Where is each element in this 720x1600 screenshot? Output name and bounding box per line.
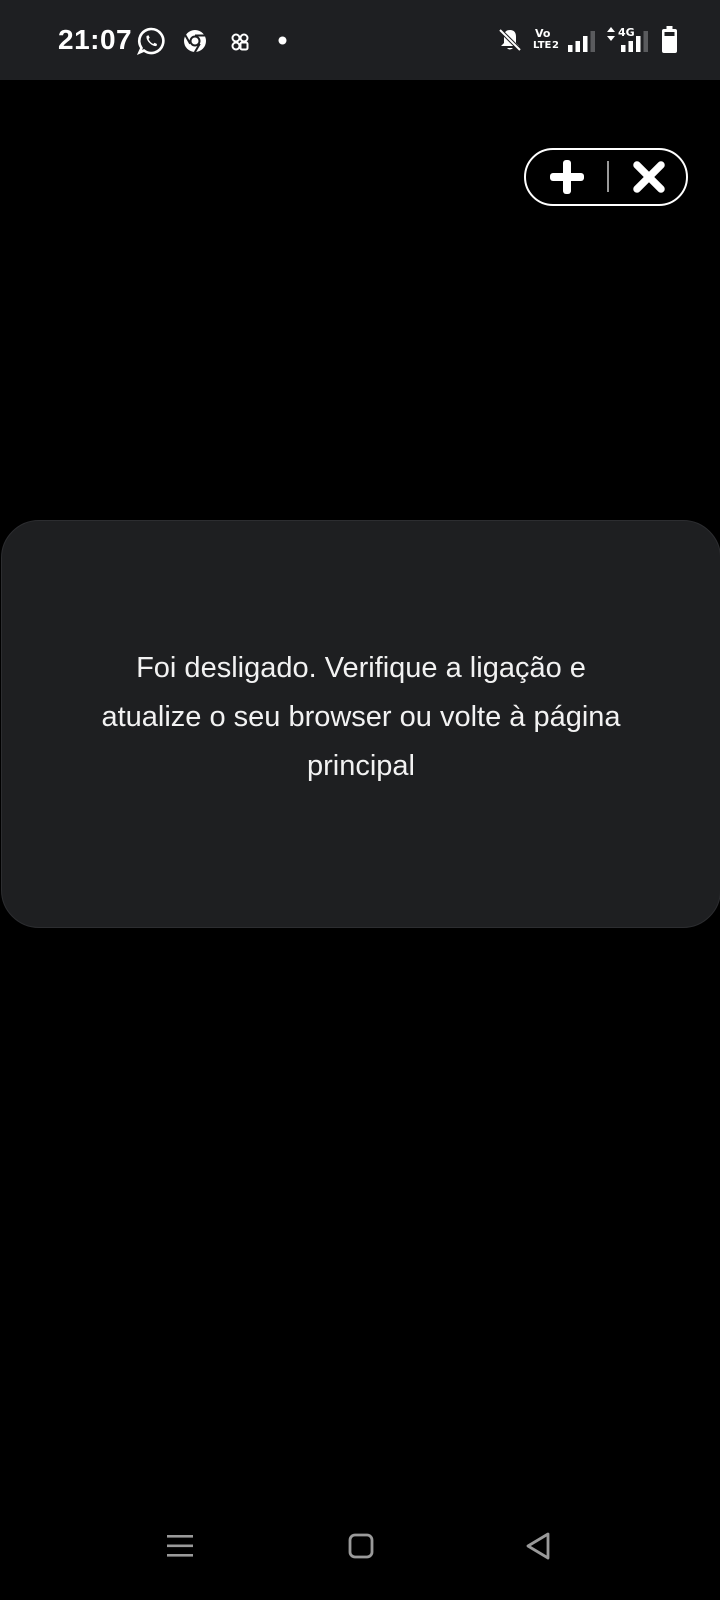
volte-label-top: Vo bbox=[535, 27, 551, 40]
control-divider bbox=[607, 161, 609, 192]
signal-icon bbox=[568, 31, 595, 52]
chrome-icon bbox=[184, 30, 206, 53]
bell-off-icon bbox=[498, 28, 522, 52]
close-button[interactable] bbox=[614, 150, 684, 203]
battery-icon bbox=[662, 26, 677, 53]
status-bar: 21:07 Vo LTE 2 4G bbox=[0, 0, 720, 80]
notification-dot-icon bbox=[278, 36, 287, 45]
data-signal-bars-icon bbox=[621, 31, 648, 52]
data-arrows-icon bbox=[607, 27, 615, 41]
multi-app-icon bbox=[231, 33, 249, 51]
control-pill bbox=[524, 148, 688, 206]
navigation-bar bbox=[0, 1500, 720, 1600]
home-icon[interactable] bbox=[348, 1533, 374, 1559]
back-icon[interactable] bbox=[524, 1531, 552, 1561]
volte-label-bottom: LTE bbox=[533, 40, 552, 51]
close-icon bbox=[633, 160, 665, 193]
plus-icon bbox=[550, 159, 584, 194]
disconnected-card: Foi desligado. Verifique a ligação e atu… bbox=[1, 520, 720, 928]
recents-icon[interactable] bbox=[166, 1533, 194, 1559]
whatsapp-icon bbox=[136, 27, 165, 56]
add-button[interactable] bbox=[532, 150, 602, 203]
disconnected-message: Foi desligado. Verifique a ligação e atu… bbox=[101, 651, 621, 782]
status-time: 21:07 bbox=[58, 24, 133, 55]
sim-number: 2 bbox=[552, 40, 559, 51]
